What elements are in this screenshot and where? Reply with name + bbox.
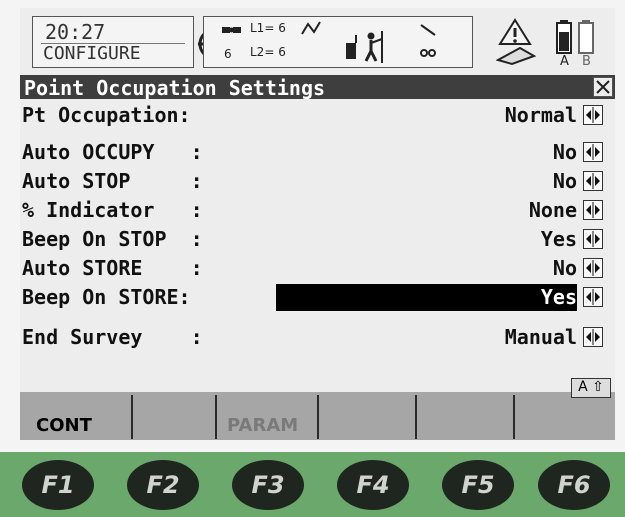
radio-icon bbox=[420, 49, 436, 57]
setting-percent-indicator[interactable]: % Indicator : None bbox=[20, 196, 615, 225]
satellite-icon bbox=[222, 27, 241, 33]
setting-auto-stop[interactable]: Auto STOP : No bbox=[20, 167, 615, 196]
setting-pt-occupation[interactable]: Pt Occupation: Normal bbox=[20, 101, 615, 130]
mode-label: CONFIGURE bbox=[43, 43, 141, 64]
softkey-f6[interactable] bbox=[515, 395, 613, 439]
time-mode-box: 20:27 CONFIGURE bbox=[32, 16, 194, 68]
softkey-f1[interactable]: CONT bbox=[20, 395, 133, 439]
setting-value: Yes bbox=[540, 285, 577, 309]
signal-icon bbox=[301, 21, 321, 35]
function-keypad: F1 F2 F3 F4 F5 F6 bbox=[0, 452, 625, 517]
setting-value: No bbox=[552, 169, 577, 193]
softkey-bar: A ⇧ CONT PARAM bbox=[20, 378, 615, 440]
battery-b-label: B bbox=[582, 54, 591, 69]
softkey-f3[interactable]: PARAM bbox=[217, 395, 319, 439]
setting-label: End Survey : bbox=[22, 325, 203, 349]
setting-label: Auto STOP : bbox=[22, 169, 203, 193]
close-button[interactable] bbox=[593, 77, 613, 97]
battery-a-icon bbox=[556, 20, 572, 54]
setting-beep-on-store[interactable]: Beep On STORE: Yes bbox=[20, 283, 615, 312]
left-right-arrows-icon[interactable] bbox=[583, 142, 603, 162]
f6-key[interactable]: F6 bbox=[538, 460, 610, 510]
setting-end-survey[interactable]: End Survey : Manual bbox=[20, 323, 615, 352]
battery-b-icon bbox=[578, 20, 594, 54]
softkey-f5[interactable] bbox=[417, 395, 515, 439]
setting-value: Manual bbox=[504, 325, 577, 349]
left-right-arrows-icon[interactable] bbox=[583, 105, 603, 125]
left-right-arrows-icon[interactable] bbox=[583, 229, 603, 249]
surveyor-icon bbox=[364, 31, 383, 63]
softkey-f2[interactable] bbox=[133, 395, 217, 439]
close-icon bbox=[596, 80, 610, 94]
setting-value: No bbox=[552, 256, 577, 280]
setting-value: Normal bbox=[504, 103, 577, 127]
f2-key[interactable]: F2 bbox=[127, 460, 199, 510]
dialog-title: Point Occupation Settings bbox=[24, 76, 326, 100]
l2-count: L2= 6 bbox=[250, 45, 286, 59]
left-right-arrows-icon[interactable] bbox=[583, 258, 603, 278]
f3-key[interactable]: F3 bbox=[232, 460, 304, 510]
f4-key[interactable]: F4 bbox=[337, 460, 409, 510]
setting-auto-store[interactable]: Auto STORE : No bbox=[20, 254, 615, 283]
warning-icon bbox=[498, 18, 532, 45]
l1-count: L1= 6 bbox=[250, 21, 286, 35]
battery-a-label: A bbox=[560, 54, 569, 69]
setting-label: % Indicator : bbox=[22, 198, 203, 222]
softkey-f1-label: CONT bbox=[36, 415, 92, 436]
memory-card-icon bbox=[496, 46, 536, 66]
setting-label: Beep On STORE: bbox=[22, 285, 191, 309]
setting-value: Yes bbox=[540, 227, 577, 251]
setting-value: None bbox=[528, 198, 577, 222]
f5-key[interactable]: F5 bbox=[442, 460, 514, 510]
softkey-f3-label: PARAM bbox=[227, 415, 299, 436]
dialog-title-bar: Point Occupation Settings bbox=[20, 75, 615, 100]
satellite-count: 6 bbox=[224, 47, 232, 61]
left-right-arrows-icon[interactable] bbox=[583, 200, 603, 220]
setting-auto-occupy[interactable]: Auto OCCUPY : No bbox=[20, 138, 615, 167]
setting-label: Beep On STOP : bbox=[22, 227, 203, 251]
left-right-arrows-icon[interactable] bbox=[583, 327, 603, 347]
f1-key[interactable]: F1 bbox=[22, 460, 94, 510]
left-right-arrows-icon[interactable] bbox=[583, 287, 603, 307]
clock-time: 20:27 bbox=[45, 20, 106, 44]
setting-label: Auto OCCUPY : bbox=[22, 140, 203, 164]
softkey-f4[interactable] bbox=[319, 395, 417, 439]
satellite-panel: 6 L1= 6 L2= 6 bbox=[203, 16, 473, 68]
left-right-arrows-icon[interactable] bbox=[583, 171, 603, 191]
setting-beep-on-stop[interactable]: Beep On STOP : Yes bbox=[20, 225, 615, 254]
status-bar: 20:27 CONFIGURE 6 L1= 6 L2= 6 A B bbox=[20, 8, 615, 72]
link-icon bbox=[420, 24, 436, 36]
device-screen: 20:27 CONFIGURE 6 L1= 6 L2= 6 A B Point … bbox=[20, 8, 615, 440]
setting-label: Pt Occupation: bbox=[22, 103, 191, 127]
receiver-icon bbox=[346, 35, 357, 59]
setting-value: No bbox=[552, 140, 577, 164]
selection-highlight bbox=[276, 284, 577, 311]
setting-label: Auto STORE : bbox=[22, 256, 203, 280]
